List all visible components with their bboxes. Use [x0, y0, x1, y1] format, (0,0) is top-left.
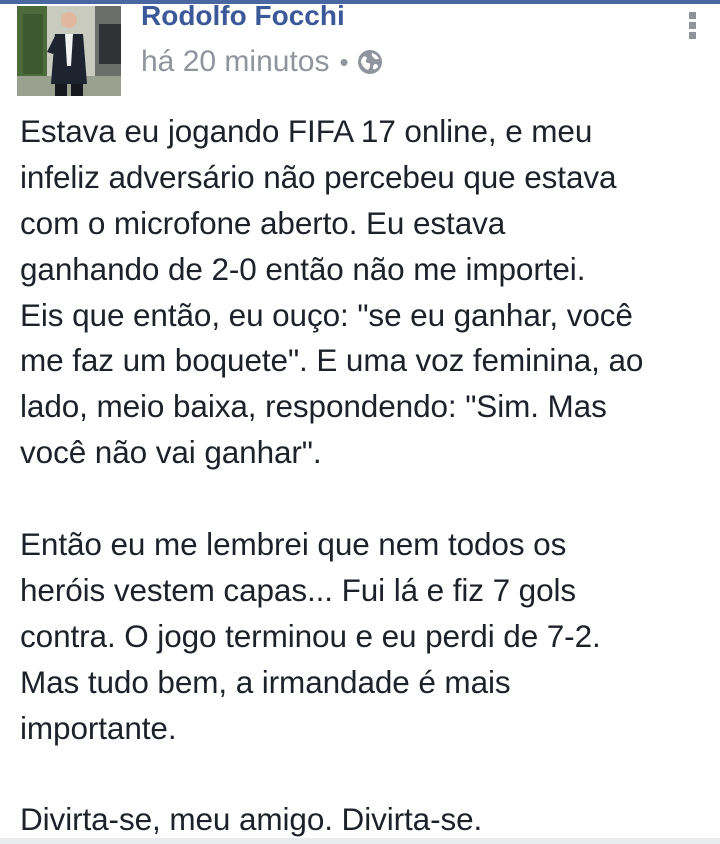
post-text-line: lado, meio baixa, respondendo: "Sim. Mas	[20, 388, 607, 425]
post-text-line: heróis vestem capas... Fui lá e fiz 7 go…	[20, 571, 577, 608]
post-text-line: infeliz adversário não percebeu que esta…	[20, 158, 617, 195]
top-bar	[0, 0, 720, 4]
avatar-photo	[17, 6, 121, 96]
post-text: Estava eu jogando FIFA 17 online, e meu i…	[20, 109, 710, 843]
more-vertical-icon[interactable]	[680, 10, 706, 40]
paragraph-break	[20, 476, 710, 522]
post-text-line: Então eu me lembrei que nem todos os	[20, 526, 567, 563]
author-name[interactable]: Rodolfo Focchi	[141, 0, 345, 33]
post-text-line: Eis que então, eu ouço: "se eu ganhar, v…	[20, 296, 633, 333]
post-text-line: importante.	[20, 709, 177, 746]
post-text-line: Divirta-se, meu amigo. Divirta-se.	[20, 801, 483, 838]
post-text-line: contra. O jogo terminou e eu perdi de 7-…	[20, 617, 601, 654]
post-meta: há 20 minutos •	[141, 44, 383, 80]
post-text-line: ganhando de 2-0 então não me importei.	[20, 250, 586, 287]
post-text-line: Mas tudo bem, a irmandade é mais	[20, 663, 511, 700]
post-text-line: Estava eu jogando FIFA 17 online, e meu	[20, 113, 593, 149]
timestamp[interactable]: há 20 minutos	[141, 44, 329, 80]
post-divider	[0, 838, 720, 844]
paragraph-break	[20, 751, 710, 797]
meta-separator: •	[339, 47, 349, 77]
post-text-line: me faz um boquete". E uma voz feminina, …	[20, 342, 644, 379]
post-text-line: você não vai ganhar".	[20, 434, 322, 471]
avatar[interactable]	[17, 6, 121, 96]
facebook-post: Rodolfo Focchi há 20 minutos • Estava eu…	[0, 0, 720, 844]
globe-icon[interactable]	[357, 49, 383, 75]
post-text-line: com o microfone aberto. Eu estava	[20, 204, 506, 241]
